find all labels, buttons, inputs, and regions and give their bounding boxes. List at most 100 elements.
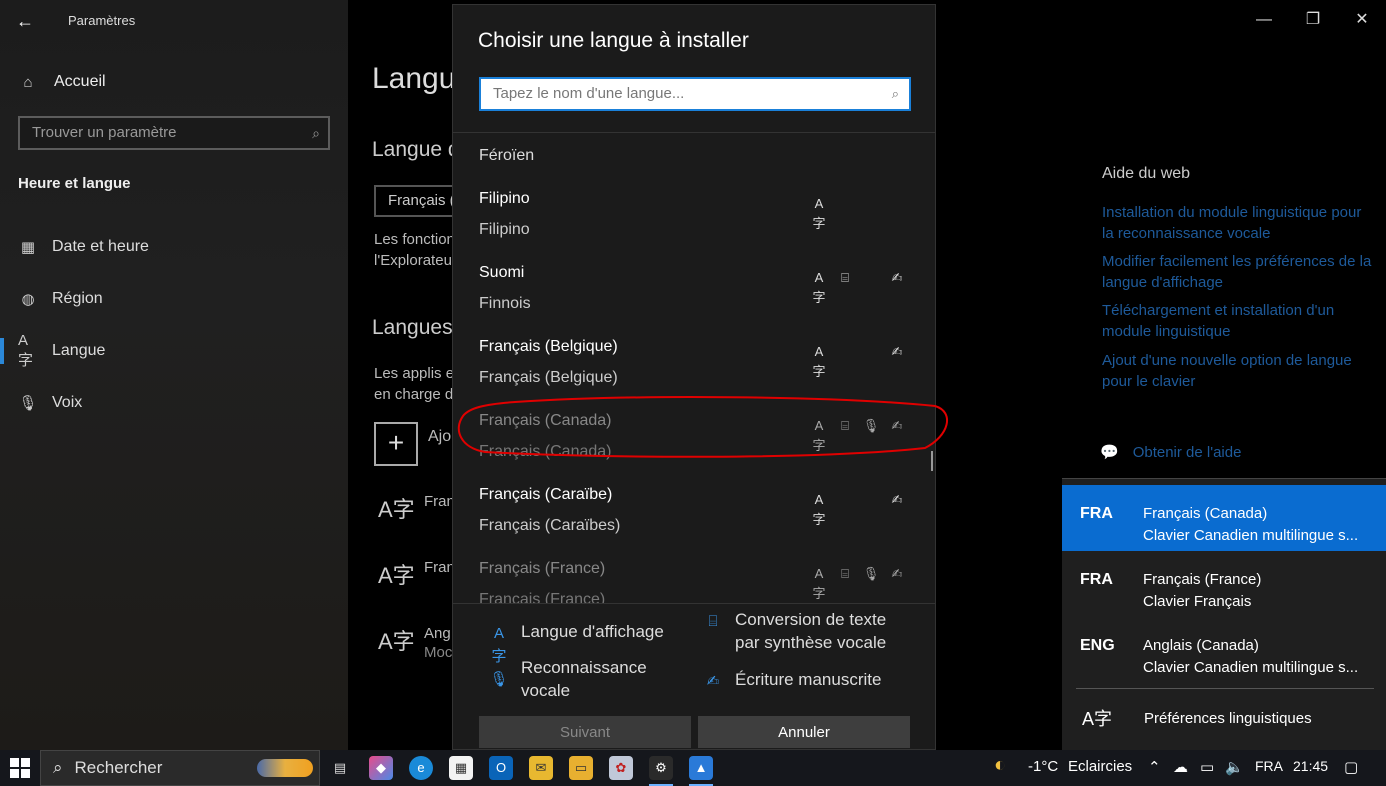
windows-start-icon[interactable] (10, 758, 30, 778)
feature-legend: A字 Langue d'affichage ⌸ Conversion de te… (453, 603, 935, 723)
language-item-partial[interactable]: Féroïen (479, 147, 534, 165)
language-item[interactable]: Filipino Filipino A字 (453, 190, 923, 262)
help-link[interactable]: Ajout d'une nouvelle option de langue po… (1102, 350, 1372, 392)
photos-icon[interactable]: ▲ (689, 756, 713, 786)
store-icon[interactable]: ▦ (449, 756, 473, 780)
settings-nav: ← Paramètres ⌂ Accueil Trouver un paramè… (0, 0, 348, 750)
nav-home[interactable]: ⌂ Accueil (18, 72, 105, 92)
language-code: FRA (1080, 571, 1113, 588)
flyout-language-item[interactable]: FRA Français (France) Clavier Français (1062, 551, 1386, 617)
display-language-icon: A字 (812, 418, 826, 453)
get-help-label: Obtenir de l'aide (1132, 443, 1242, 461)
language-icon: A字 (378, 629, 415, 654)
language-item[interactable]: Français (Caraïbe) Français (Caraïbes) A… (453, 486, 923, 558)
maximize-button[interactable]: ❐ (1290, 8, 1336, 32)
language-item-highlighted[interactable]: Français (Canada) Français (Canada) A字 ⌸… (453, 412, 923, 484)
task-view-icon[interactable]: ▤ (328, 756, 352, 780)
taskbar-search-label: Rechercher (74, 758, 163, 777)
notes-icon[interactable]: ✉ (529, 756, 553, 780)
preferred-languages-heading: Langues (372, 316, 453, 339)
language-french-name: Filipino (479, 221, 530, 238)
language-code: FRA (1080, 505, 1113, 522)
next-button[interactable]: Suivant (479, 716, 691, 748)
handwriting-icon: ✍ (891, 492, 903, 507)
clock[interactable]: 21:45 (1293, 758, 1328, 774)
preferred-language-item[interactable]: Fran (424, 491, 455, 512)
nav-item-date-time[interactable]: ▦ Date et heure (18, 237, 149, 257)
handwriting-icon: ✍ (891, 270, 903, 285)
close-button[interactable]: ✕ (1339, 8, 1385, 32)
taskbar: ⌕ Rechercher ▤ ◆ e ▦ O ✉ ▭ ✿ ⚙ ▲ ◐ -1°C … (0, 750, 1386, 786)
network-icon[interactable]: ▭ (1200, 758, 1214, 776)
add-language-button[interactable]: + (374, 422, 418, 466)
settings-search-input[interactable]: Trouver un paramètre ⌕ (18, 116, 330, 150)
handwriting-icon: ✍ (891, 418, 903, 433)
language-preferences-link[interactable]: A字 Préférences linguistiques (1082, 705, 1312, 731)
nav-item-voice[interactable]: 🎙 Voix (18, 393, 82, 413)
display-language-icon: A字 (812, 566, 826, 601)
app-title: Paramètres (68, 13, 136, 28)
language-code: ENG (1080, 637, 1115, 654)
flyout-language-item[interactable]: ENG Anglais (Canada) Clavier Canadien mu… (1062, 617, 1386, 683)
weather-temp[interactable]: -1°C (1028, 758, 1058, 775)
help-link[interactable]: Téléchargement et installation d'un modu… (1102, 300, 1372, 342)
input-language-indicator[interactable]: FRA (1255, 758, 1283, 774)
search-icon: ⌕ (53, 758, 63, 777)
app-icon[interactable]: ✿ (609, 756, 633, 780)
handwriting-icon: ✍ (891, 344, 903, 359)
chevron-up-icon[interactable]: ⌃ (1148, 758, 1161, 776)
flyout-language-item[interactable]: FRA Français (Canada) Clavier Canadien m… (1062, 485, 1386, 551)
notification-icon[interactable]: ▢ (1344, 758, 1358, 776)
legend-handwriting: ✍ Écriture manuscrite (703, 668, 882, 693)
language-flyout: FRA Français (Canada) Clavier Canadien m… (1062, 478, 1386, 750)
language-name: Anglais (Canada) (1143, 637, 1259, 654)
language-native-name: Français (Belgique) (479, 338, 618, 355)
keyboard-name: Clavier Canadien multilingue s... (1143, 659, 1359, 676)
language-french-name: Français (Canada) (479, 443, 612, 460)
nav-item-region[interactable]: ◍ Région (18, 289, 102, 309)
language-french-name: Français (Belgique) (479, 369, 618, 386)
divider (1076, 688, 1374, 689)
globe-icon: ◍ (21, 291, 35, 308)
settings-search-placeholder: Trouver un paramètre (32, 124, 177, 141)
help-link[interactable]: Installation du module linguistique pour… (1102, 202, 1372, 244)
back-arrow-icon[interactable]: ← (16, 10, 38, 32)
preferred-language-item[interactable]: Fran (424, 557, 455, 578)
file-explorer-icon[interactable]: ▭ (569, 756, 593, 780)
language-item[interactable]: Français (Belgique) Français (Belgique) … (453, 338, 923, 410)
preferred-languages-desc: Les applis et (374, 365, 459, 382)
language-name: Français (France) (1143, 571, 1262, 588)
language-native-name: Français (Canada) (479, 412, 612, 429)
edge-browser-icon[interactable]: e (409, 756, 433, 780)
display-language-desc: Les fonction (374, 231, 455, 248)
get-help-link[interactable]: 💬 Obtenir de l'aide (1100, 443, 1242, 462)
language-native-name: Suomi (479, 264, 525, 281)
language-item[interactable]: Français (France) Français (France) A字 ⌸… (453, 560, 923, 603)
settings-gear-icon[interactable]: ⚙ (649, 756, 673, 786)
outlook-icon[interactable]: O (489, 756, 513, 780)
help-link[interactable]: Modifier facilement les préférences de l… (1102, 251, 1372, 293)
language-search-input[interactable]: Tapez le nom d'une langue... ⌕ (479, 77, 911, 111)
display-language-icon: A字 (812, 196, 826, 231)
nav-active-indicator (0, 338, 4, 364)
page-title: Langu (372, 62, 456, 95)
keyboard-name: Clavier Français (1143, 593, 1252, 610)
taskbar-search[interactable]: ⌕ Rechercher (40, 750, 320, 786)
preferred-language-item[interactable]: Ang (424, 623, 451, 644)
language-french-name: Français (Caraïbes) (479, 517, 621, 534)
weather-desc[interactable]: Eclaircies (1068, 758, 1132, 775)
weather-icon[interactable]: ◐ (994, 754, 1006, 777)
minimize-button[interactable]: — (1241, 8, 1287, 32)
text-to-speech-icon: ⌸ (841, 270, 849, 285)
microphone-icon: 🎙 (18, 395, 38, 412)
preferred-languages-desc: en charge d (374, 386, 454, 403)
volume-icon[interactable]: 🔈 (1225, 758, 1244, 776)
scrollbar-thumb[interactable] (931, 451, 933, 471)
language-list[interactable]: Féroïen Filipino Filipino A字 Suomi Finno… (453, 133, 935, 603)
cloud-icon[interactable]: ☁ (1173, 758, 1188, 776)
cancel-button[interactable]: Annuler (698, 716, 910, 748)
language-item[interactable]: Suomi Finnois A字 ⌸ ✍ (453, 264, 923, 336)
copilot-icon[interactable]: ◆ (369, 756, 393, 780)
nav-item-language[interactable]: A字 Langue (18, 332, 105, 369)
legend-label-line: Reconnaissance (521, 658, 647, 677)
